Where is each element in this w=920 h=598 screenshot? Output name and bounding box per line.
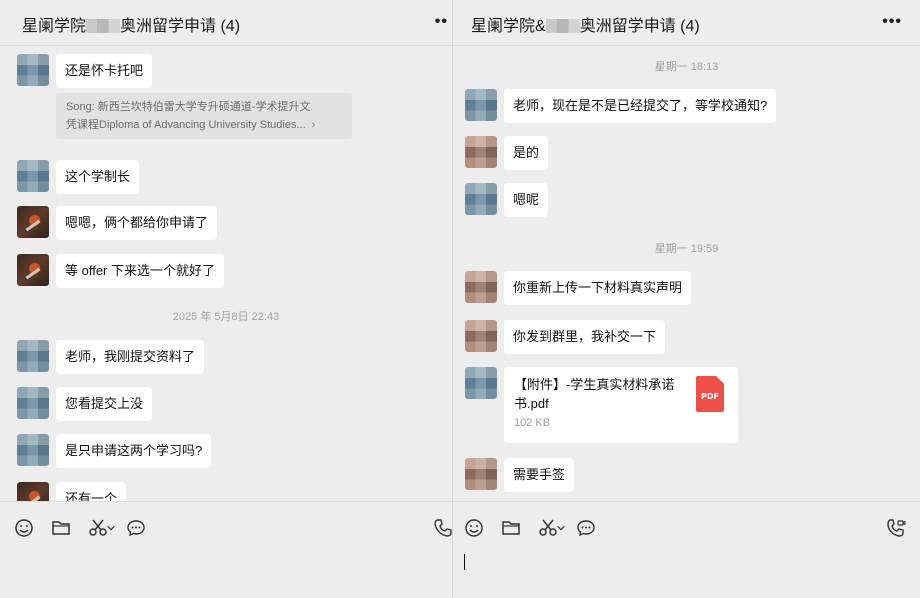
avatar[interactable] <box>465 367 497 399</box>
message-bubble[interactable]: 老师，我刚提交资料了 <box>56 340 205 374</box>
phone-icon <box>434 519 452 537</box>
redacted-mosaic <box>86 19 121 33</box>
pdf-file-icon: PDF <box>696 376 724 412</box>
chat-header: 星阑学院 奥洲留学申请 (4) •• <box>0 0 452 46</box>
message-list[interactable]: 还是怀卡托吧 Song: 新西兰坎特伯雷大学专升硕通道-学术提升文 凭课程Dip… <box>0 46 452 501</box>
title-text: 奥洲留学申请 (4) <box>579 18 700 35</box>
avatar[interactable] <box>465 320 497 352</box>
message-bubble[interactable]: 老师，现在是不是已经提交了，等学校通知? <box>504 89 777 123</box>
avatar[interactable] <box>17 482 49 501</box>
title-text: 星阑学院 <box>22 18 87 35</box>
quote-text: 凭课程Diploma of Advancing University Studi… <box>66 119 306 131</box>
title-text: 星阑学院& <box>471 18 546 35</box>
message-bubble[interactable]: 你重新上传一下材料真实声明 <box>504 271 692 305</box>
avatar[interactable] <box>17 160 49 192</box>
message-bubble[interactable]: 是的 <box>504 136 549 170</box>
video-call-icon <box>887 519 906 537</box>
timestamp: 2025 年 5月8日 22:43 <box>172 311 280 323</box>
emoji-button[interactable] <box>13 517 35 539</box>
chat-title: 星阑学院& 奥洲留学申请 (4) <box>471 12 700 36</box>
emoji-button[interactable] <box>463 517 485 539</box>
avatar[interactable] <box>17 206 49 238</box>
avatar[interactable] <box>465 271 497 303</box>
file-button[interactable] <box>50 517 72 539</box>
voice-call-button[interactable] <box>432 517 452 539</box>
input-area[interactable] <box>453 501 920 598</box>
chat-history-button[interactable] <box>575 517 597 539</box>
title-text: 奥洲留学申请 (4) <box>120 18 241 35</box>
message-list[interactable]: 星期一 18:13 老师，现在是不是已经提交了，等学校通知? 是的 嗯呢 星期一… <box>453 46 920 501</box>
avatar[interactable] <box>465 136 497 168</box>
avatar[interactable] <box>17 340 49 372</box>
avatar[interactable] <box>17 54 49 86</box>
message-bubble[interactable]: 还是怀卡托吧 <box>56 54 153 88</box>
file-size: 102 KB <box>514 417 551 429</box>
message-bubble[interactable]: 嗯嗯，俩个都给你申请了 <box>56 206 218 240</box>
redacted-mosaic <box>545 19 580 33</box>
avatar[interactable] <box>465 458 497 490</box>
more-options-button[interactable]: ••• <box>882 14 902 30</box>
message-bubble[interactable]: 您看提交上没 <box>56 387 153 421</box>
message-bubble[interactable]: 你发到群里，我补交一下 <box>504 320 666 354</box>
file-button[interactable] <box>500 517 522 539</box>
avatar[interactable] <box>17 387 49 419</box>
file-name: 【附件】-学生真实材料承诺书.pdf <box>514 377 675 411</box>
message-bubble[interactable]: 这个学制长 <box>56 160 140 194</box>
folder-icon <box>52 521 70 535</box>
file-type-label: PDF <box>701 392 719 401</box>
avatar[interactable] <box>17 254 49 286</box>
folder-icon <box>502 521 520 535</box>
input-area[interactable] <box>0 501 452 598</box>
chat-title: 星阑学院 奥洲留学申请 (4) <box>22 12 240 36</box>
timestamp: 星期一 19:59 <box>654 243 719 255</box>
message-bubble[interactable]: 嗯呢 <box>504 183 549 217</box>
chevron-down-icon <box>557 525 565 531</box>
chevron-right-icon: › <box>311 119 316 131</box>
screenshot-options-button[interactable] <box>105 517 117 539</box>
message-bubble[interactable]: 需要手签 <box>504 458 575 492</box>
file-attachment[interactable]: 【附件】-学生真实材料承诺书.pdf 102 KB PDF <box>504 367 738 443</box>
left-chat-window: 星阑学院 奥洲留学申请 (4) •• 还是怀卡托吧 Song: 新西兰坎特伯雷大学… <box>0 0 452 598</box>
quoted-message[interactable]: Song: 新西兰坎特伯雷大学专升硕通道-学术提升文 凭课程Diploma of… <box>56 93 352 139</box>
avatar[interactable] <box>17 434 49 466</box>
message-bubble[interactable]: 还有一个 <box>56 482 127 501</box>
text-cursor <box>464 554 465 570</box>
right-chat-window: 星阑学院& 奥洲留学申请 (4) ••• 星期一 18:13 老师，现在是不是已经… <box>452 0 920 598</box>
emoji-icon <box>15 519 33 537</box>
chevron-down-icon <box>107 525 115 531</box>
quote-text: Song: 新西兰坎特伯雷大学专升硕通道-学术提升文 <box>66 101 311 113</box>
video-call-button[interactable] <box>885 517 907 539</box>
message-bubble[interactable]: 是只申请这两个学习吗? <box>56 434 212 468</box>
timestamp: 星期一 18:13 <box>654 61 719 73</box>
chat-header: 星阑学院& 奥洲留学申请 (4) ••• <box>453 0 920 46</box>
chat-bubble-icon <box>577 520 595 537</box>
emoji-icon <box>465 519 483 537</box>
avatar[interactable] <box>465 183 497 215</box>
chat-bubble-icon <box>127 520 145 537</box>
message-bubble[interactable]: 等 offer 下来选一个就好了 <box>56 254 225 288</box>
chat-history-button[interactable] <box>125 517 147 539</box>
more-options-button[interactable]: •• <box>435 14 448 30</box>
screenshot-options-button[interactable] <box>555 517 567 539</box>
avatar[interactable] <box>465 89 497 121</box>
